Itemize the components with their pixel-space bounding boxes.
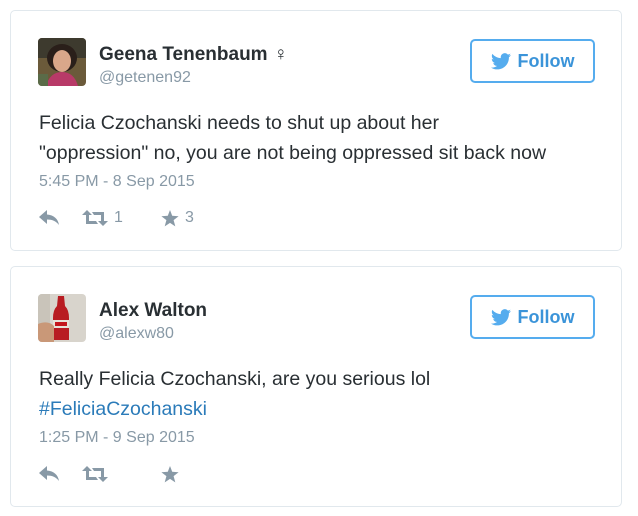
retweet-icon <box>82 210 108 226</box>
star-icon <box>161 209 179 226</box>
avatar[interactable] <box>38 294 86 342</box>
favorite-button[interactable]: 3 <box>161 209 194 227</box>
tweet-text-line: "oppression" no, you are not being oppre… <box>39 142 547 164</box>
tweet-text-line: Felicia Czochanski needs to shut up abou… <box>39 112 439 134</box>
reply-icon <box>39 466 59 481</box>
twitter-bird-icon <box>490 52 511 69</box>
retweet-icon <box>82 466 108 482</box>
tweet-card: Alex Walton @alexw80 Follow Really Felic… <box>10 266 622 507</box>
tweet-actions <box>39 463 179 485</box>
follow-label: Follow <box>517 50 575 71</box>
display-name-text[interactable]: Alex Walton <box>99 300 207 321</box>
reply-icon <box>39 210 59 225</box>
user-handle[interactable]: @alexw80 <box>99 325 174 343</box>
favorite-button[interactable] <box>161 465 179 483</box>
tweet-text: Felicia Czochanski needs to shut up abou… <box>39 108 609 168</box>
tweet-actions: 1 3 <box>39 207 194 229</box>
tweet-card: Geena Tenenbaum ♀ @getenen92 Follow Felic… <box>10 10 622 251</box>
tweet-text: Really Felicia Czochanski, are you serio… <box>39 364 609 424</box>
tweet-timestamp[interactable]: 5:45 PM - 8 Sep 2015 <box>39 173 195 191</box>
tweet-text-line: Really Felicia Czochanski, are you serio… <box>39 368 431 390</box>
tweet-timestamp[interactable]: 1:25 PM - 9 Sep 2015 <box>39 429 195 447</box>
reply-button[interactable] <box>39 466 82 482</box>
favorite-count: 3 <box>185 209 194 226</box>
retweet-button[interactable] <box>82 466 161 482</box>
retweet-button[interactable]: 1 <box>82 209 161 227</box>
reply-button[interactable] <box>39 210 82 226</box>
hashtag-link[interactable]: #FeliciaCzochanski <box>39 394 609 424</box>
display-name-text[interactable]: Geena Tenenbaum <box>99 44 268 65</box>
follow-label: Follow <box>517 306 575 327</box>
retweet-count: 1 <box>114 209 123 226</box>
avatar[interactable] <box>38 38 86 86</box>
display-name[interactable]: Geena Tenenbaum ♀ <box>99 44 288 66</box>
follow-button[interactable]: Follow <box>470 295 595 339</box>
display-name[interactable]: Alex Walton <box>99 300 207 322</box>
gender-symbol: ♀ <box>273 44 288 65</box>
star-icon <box>161 465 179 482</box>
user-handle[interactable]: @getenen92 <box>99 69 191 87</box>
twitter-bird-icon <box>490 308 511 325</box>
follow-button[interactable]: Follow <box>470 39 595 83</box>
